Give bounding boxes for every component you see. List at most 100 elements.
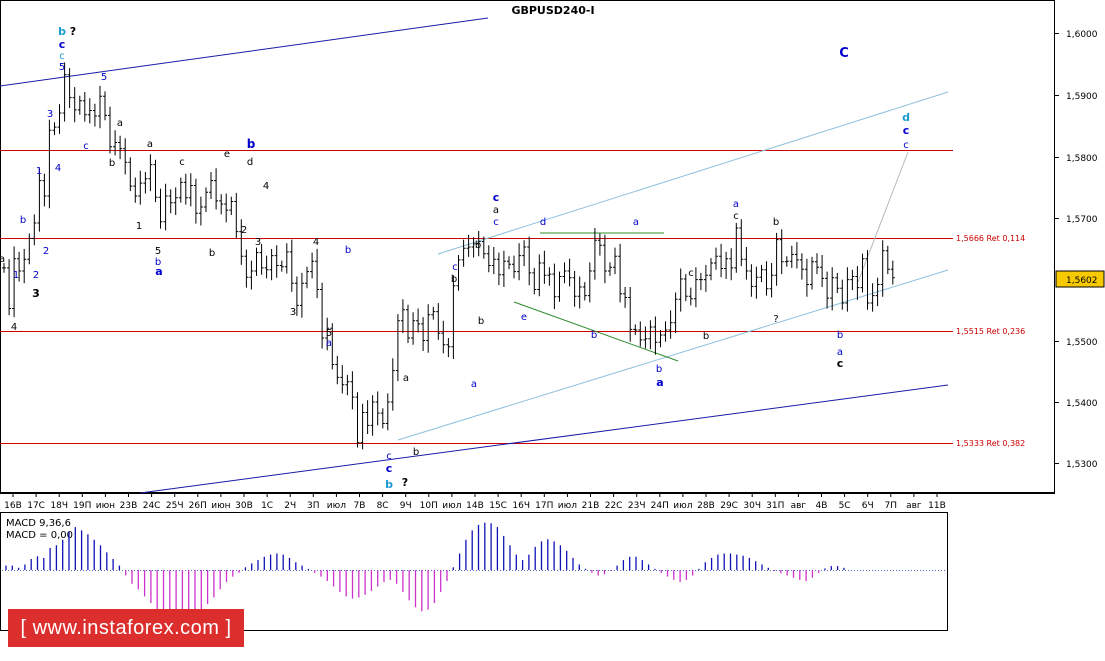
wave-label: 2: [43, 246, 49, 257]
candle: [47, 119, 52, 209]
candle: [411, 312, 416, 345]
x-tick-label: 17П: [535, 501, 553, 511]
x-tick-label: 15С: [489, 501, 507, 511]
x-tick-label: июл: [442, 501, 461, 511]
watermark: [ www.instaforex.com ]: [8, 609, 244, 647]
candle: [204, 187, 208, 212]
candle: [426, 304, 431, 353]
wave-label: ?: [773, 314, 778, 325]
wave-label: 5: [155, 246, 161, 257]
y-tick-label: 1,5800: [1066, 154, 1098, 164]
macd-value: MACD = 0,00: [6, 530, 73, 541]
candle: [582, 282, 587, 301]
wave-label: ?: [70, 25, 76, 38]
x-tick-label: авг: [791, 501, 807, 511]
x-tick-label: 7В: [354, 501, 366, 511]
x-tick-label: июн: [211, 501, 230, 511]
wave-label: b: [478, 316, 484, 327]
candle: [512, 255, 516, 279]
candle: [128, 157, 133, 192]
wave-label: c: [386, 462, 393, 475]
candle: [133, 177, 138, 203]
x-tick-label: 26П: [189, 501, 207, 511]
candle: [400, 299, 405, 334]
wave-label: c: [493, 191, 500, 204]
candle: [703, 264, 708, 292]
candle: [880, 240, 885, 297]
wave-label: b: [20, 215, 26, 226]
candle: [799, 253, 804, 280]
candle: [193, 178, 198, 224]
candle: [804, 258, 809, 297]
wave-label: 1: [36, 166, 42, 177]
wave-label: a: [0, 254, 5, 265]
candle: [885, 245, 890, 275]
candle: [315, 248, 320, 299]
candle: [441, 320, 446, 354]
candle: [613, 247, 617, 275]
candle: [249, 260, 254, 290]
candle: [431, 306, 436, 320]
x-tick-label: 17С: [27, 501, 45, 511]
candle: [608, 262, 612, 276]
y-tick-label: 1,5300: [1066, 460, 1098, 470]
chart-window: GBPUSD240-I 1,5666 Ret 0,114 1,5515 Ret …: [0, 0, 1105, 661]
candle: [92, 103, 97, 127]
candle: [345, 374, 350, 396]
candle: [602, 234, 607, 284]
candle: [299, 272, 304, 318]
wave-label: c: [903, 124, 910, 137]
candle: [592, 228, 597, 280]
y-tick-label: 1,6000: [1066, 30, 1098, 40]
candle: [87, 98, 92, 124]
candle: [693, 267, 698, 308]
x-tick-label: 24П: [651, 501, 669, 511]
candle: [365, 400, 370, 434]
lower-channel-line: [139, 384, 949, 494]
candle: [734, 223, 739, 273]
candle: [774, 232, 779, 286]
x-tick-label: 14В: [466, 501, 484, 511]
candle: [709, 258, 713, 281]
candle: [653, 316, 658, 355]
candle: [501, 250, 506, 287]
candle: [57, 104, 62, 134]
candle: [815, 253, 819, 275]
candle: [825, 271, 830, 309]
candle: [658, 330, 663, 348]
x-tick-label: 6Ч: [862, 501, 874, 511]
x-tick-label: 30Ч: [743, 501, 761, 511]
candle: [178, 177, 183, 203]
wave-label: 4: [55, 163, 61, 174]
candle: [118, 135, 123, 160]
candle: [850, 269, 855, 291]
x-tick-label: июл: [327, 501, 346, 511]
chart-title: GBPUSD240-I: [511, 4, 594, 17]
candle: [517, 243, 522, 281]
wave-label: 3: [32, 287, 40, 300]
candle: [567, 258, 572, 287]
candle: [729, 248, 734, 281]
candle: [224, 193, 229, 223]
candle: [173, 187, 178, 215]
candle: [870, 283, 875, 312]
fib-label-0382: 1,5333 Ret 0,382: [956, 439, 1025, 448]
candle: [436, 303, 441, 340]
candle: [784, 256, 789, 267]
candle: [835, 272, 840, 294]
candle: [840, 279, 845, 310]
candle: [754, 266, 759, 299]
candle: [42, 173, 47, 207]
x-tick-label: июл: [673, 501, 692, 511]
fib-label-0114: 1,5666 Ret 0,114: [956, 234, 1025, 243]
wave-label: d: [247, 157, 253, 168]
x-tick-label: 8С: [377, 501, 389, 511]
x-tick-label: 25Ч: [166, 501, 184, 511]
wave-label: b: [475, 240, 481, 251]
light-channel-lower: [397, 269, 949, 441]
candle: [168, 189, 173, 214]
candle: [547, 267, 552, 286]
current-price-label: 1,5602: [1066, 276, 1098, 286]
wave-label: c: [83, 141, 89, 152]
wave-label: 3: [290, 307, 296, 318]
